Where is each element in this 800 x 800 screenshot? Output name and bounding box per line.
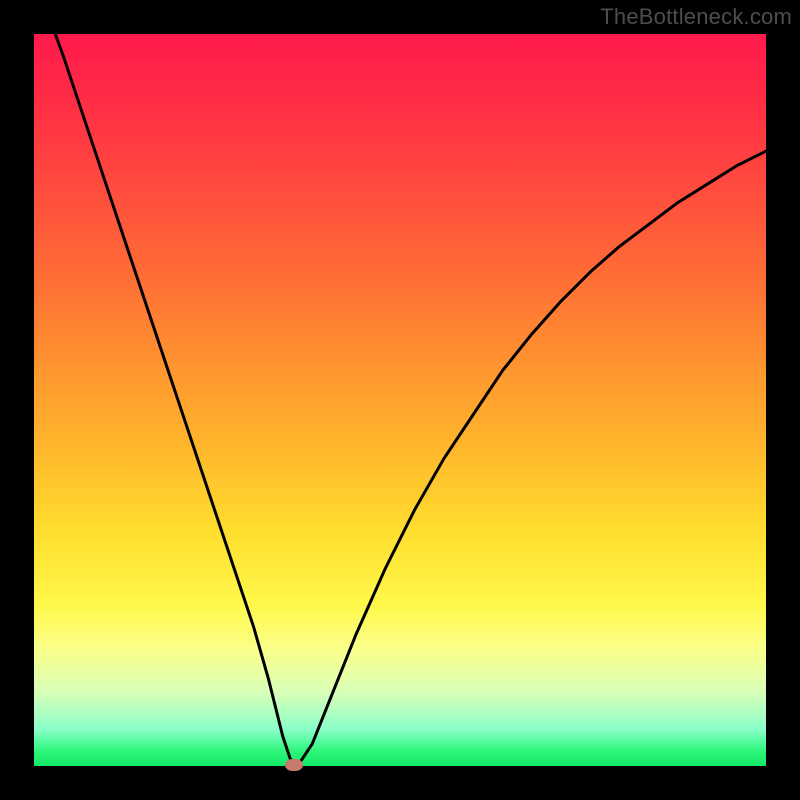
chart-frame: TheBottleneck.com — [0, 0, 800, 800]
curve-svg — [34, 34, 766, 766]
plot-area — [34, 34, 766, 766]
watermark-text: TheBottleneck.com — [600, 4, 792, 30]
bottleneck-curve — [34, 34, 766, 766]
minimum-marker — [285, 759, 303, 771]
